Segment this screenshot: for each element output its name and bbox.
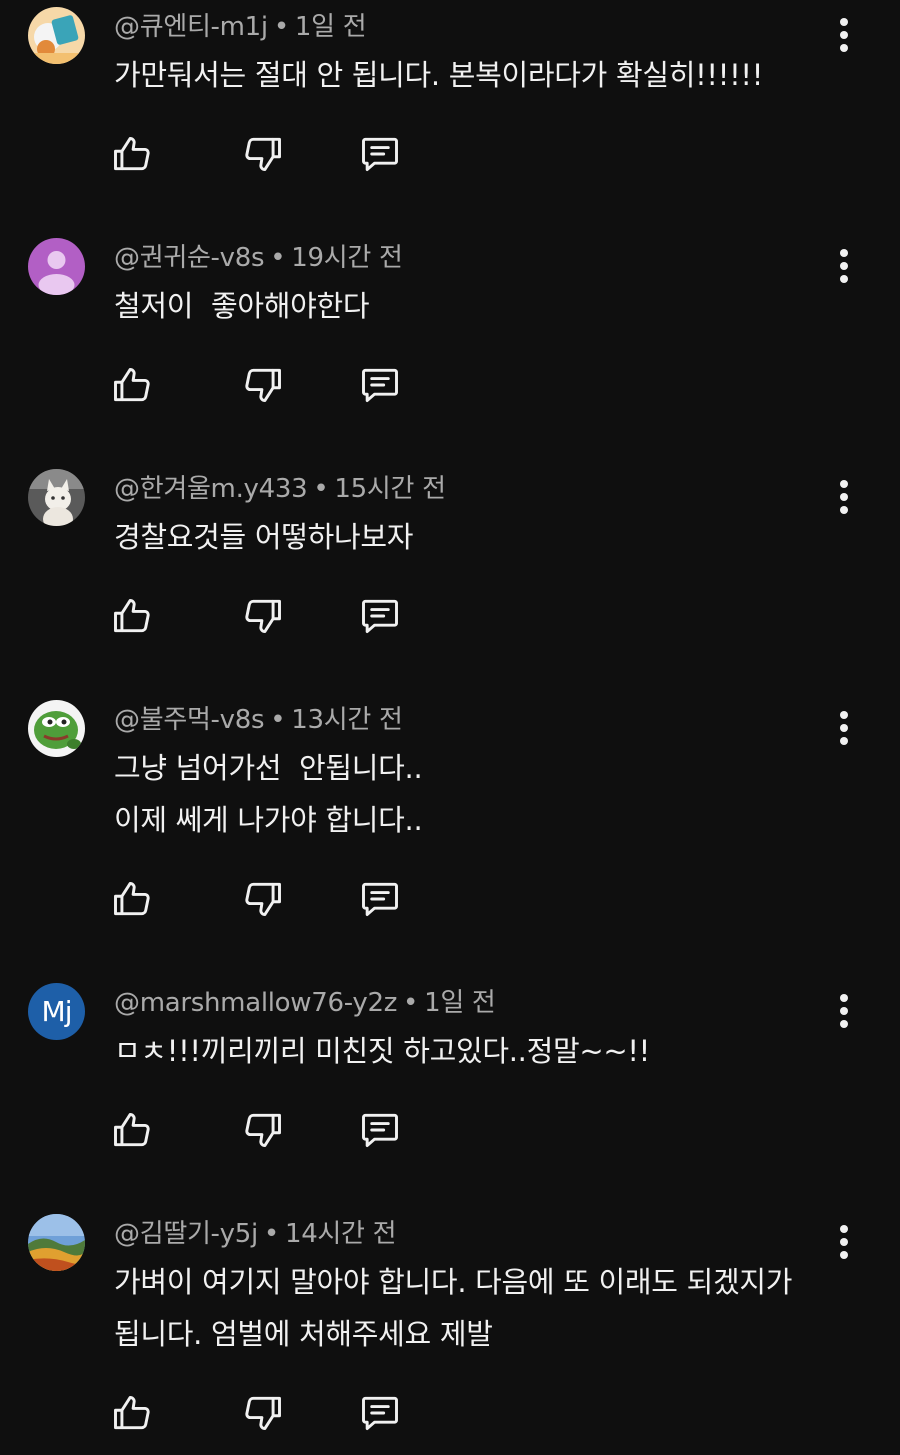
separator-dot: • — [263, 1219, 279, 1249]
thumbs-down-icon — [245, 1396, 281, 1431]
more-vertical-icon[interactable] — [826, 991, 862, 1031]
comment-text: ㅁㅊ!!!끼리끼리 미친짓 하고있다..정말~~!! — [114, 1034, 650, 1068]
thumbs-up-icon — [114, 136, 150, 171]
comment-author[interactable]: @marshmallow76-y2z — [114, 988, 397, 1018]
comment-meta: @한겨울m.y433 • 15시간 전 — [114, 473, 446, 505]
thumbs-up-icon — [114, 1395, 150, 1430]
avatar[interactable] — [28, 469, 85, 526]
like-button[interactable] — [110, 877, 154, 921]
comment-text: 그냥 넘어가선 안됩니다.. 이제 쎄게 나가야 합니다.. — [114, 751, 423, 837]
more-vertical-icon[interactable] — [826, 477, 862, 517]
separator-dot: • — [273, 12, 289, 42]
comment-meta: @큐엔티-m1j • 1일 전 — [114, 11, 367, 43]
dislike-button[interactable] — [241, 877, 285, 921]
comment-author[interactable]: @불주먹-v8s — [114, 705, 265, 735]
comment-meta: @권귀순-v8s • 19시간 전 — [114, 242, 403, 274]
avatar[interactable] — [28, 238, 85, 295]
thumbs-down-icon — [245, 882, 281, 917]
reply-comment-icon — [362, 882, 398, 917]
more-vertical-icon[interactable] — [826, 1222, 862, 1262]
comment-text: 경찰요것들 어떻하나보자 — [114, 520, 414, 554]
reply-comment-icon — [362, 368, 398, 403]
comment-time[interactable]: 14시간 전 — [285, 1219, 397, 1249]
reply-button[interactable] — [358, 594, 402, 638]
dislike-button[interactable] — [241, 1108, 285, 1152]
reply-comment-icon — [362, 599, 398, 634]
comment-text: 가벼이 여기지 말아야 합니다. 다음에 또 이래도 되겠지가 됩니다. 엄벌에… — [114, 1265, 793, 1351]
thumbs-down-icon — [245, 1113, 281, 1148]
dislike-button[interactable] — [241, 363, 285, 407]
comment-meta: @김딸기-y5j • 14시간 전 — [114, 1218, 397, 1250]
avatar[interactable] — [28, 1214, 85, 1271]
separator-dot: • — [313, 474, 329, 504]
separator-dot: • — [403, 988, 419, 1018]
reply-button[interactable] — [358, 363, 402, 407]
separator-dot: • — [270, 705, 286, 735]
comment-author[interactable]: @큐엔티-m1j — [114, 12, 268, 42]
reply-comment-icon — [362, 1396, 398, 1431]
comment-author[interactable]: @한겨울m.y433 — [114, 474, 308, 504]
thumbs-down-icon — [245, 137, 281, 172]
reply-comment-icon — [362, 137, 398, 172]
thumbs-up-icon — [114, 881, 150, 916]
reply-comment-icon — [362, 1113, 398, 1148]
separator-dot: • — [270, 243, 286, 273]
comment-time[interactable]: 19시간 전 — [291, 243, 403, 273]
avatar[interactable] — [28, 700, 85, 757]
comment-meta: @불주먹-v8s • 13시간 전 — [114, 704, 403, 736]
comment-time[interactable]: 1일 전 — [424, 988, 496, 1018]
like-button[interactable] — [110, 1108, 154, 1152]
comment-text: 철저이 좋아해야한다 — [114, 289, 370, 323]
thumbs-up-icon — [114, 1112, 150, 1147]
more-vertical-icon[interactable] — [826, 246, 862, 286]
avatar[interactable]: Mj — [28, 983, 85, 1040]
dislike-button[interactable] — [241, 594, 285, 638]
thumbs-up-icon — [114, 598, 150, 633]
more-vertical-icon[interactable] — [826, 15, 862, 55]
comment-author[interactable]: @권귀순-v8s — [114, 243, 265, 273]
like-button[interactable] — [110, 363, 154, 407]
like-button[interactable] — [110, 1391, 154, 1435]
comment-time[interactable]: 13시간 전 — [291, 705, 403, 735]
comment-time[interactable]: 15시간 전 — [334, 474, 446, 504]
thumbs-down-icon — [245, 368, 281, 403]
dislike-button[interactable] — [241, 132, 285, 176]
comment-meta: @marshmallow76-y2z • 1일 전 — [114, 987, 496, 1019]
comment-time[interactable]: 1일 전 — [295, 12, 367, 42]
thumbs-down-icon — [245, 599, 281, 634]
comment-text: 가만둬서는 절대 안 됩니다. 본복이라다가 확실히!!!!!! — [114, 58, 764, 92]
reply-button[interactable] — [358, 877, 402, 921]
more-vertical-icon[interactable] — [826, 708, 862, 748]
avatar[interactable] — [28, 7, 85, 64]
avatar-initials: Mj — [41, 995, 73, 1028]
reply-button[interactable] — [358, 1391, 402, 1435]
like-button[interactable] — [110, 132, 154, 176]
thumbs-up-icon — [114, 367, 150, 402]
reply-button[interactable] — [358, 1108, 402, 1152]
dislike-button[interactable] — [241, 1391, 285, 1435]
reply-button[interactable] — [358, 132, 402, 176]
comment-author[interactable]: @김딸기-y5j — [114, 1219, 258, 1249]
like-button[interactable] — [110, 594, 154, 638]
